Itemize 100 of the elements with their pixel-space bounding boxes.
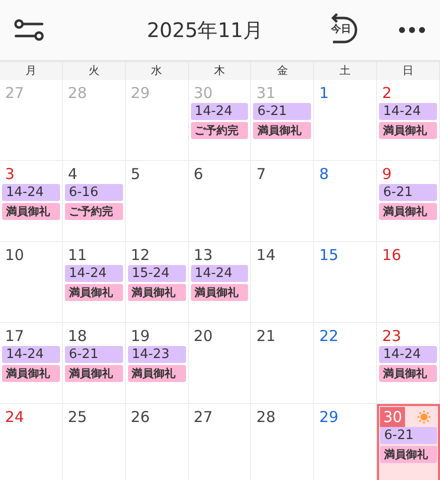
day-number: 19 bbox=[130, 326, 151, 346]
weekday-label: 水 bbox=[126, 62, 189, 80]
day-number: 24 bbox=[4, 406, 26, 426]
day-cell[interactable]: 21 bbox=[251, 323, 314, 404]
day-cell[interactable]: 20 bbox=[188, 323, 252, 404]
day-cell[interactable]: 7 bbox=[251, 161, 314, 242]
day-number: 28 bbox=[255, 406, 277, 426]
day-cell[interactable]: 25 bbox=[62, 404, 126, 480]
day-cell[interactable]: 14 bbox=[251, 242, 314, 323]
day-cell[interactable]: 3 14-24 満員御礼 bbox=[0, 161, 63, 242]
day-cell[interactable]: 22 bbox=[314, 323, 378, 404]
day-cell[interactable]: 30 6-21 満員御礼 bbox=[377, 404, 440, 480]
day-cell[interactable]: 24 bbox=[0, 404, 63, 480]
day-number: 29 bbox=[130, 82, 151, 102]
event-label[interactable]: 6-21 bbox=[379, 184, 437, 201]
event-label[interactable]: 14-24 bbox=[2, 346, 60, 363]
event-label[interactable]: 満員御礼 bbox=[379, 365, 437, 382]
day-number: 30 bbox=[192, 82, 214, 102]
event-label[interactable]: 14-24 bbox=[64, 265, 123, 282]
day-number: 26 bbox=[130, 406, 151, 426]
more-icon[interactable] bbox=[398, 26, 426, 34]
filter-icon[interactable] bbox=[14, 19, 44, 41]
event-label[interactable]: 14-24 bbox=[379, 103, 437, 120]
day-number: 13 bbox=[192, 244, 214, 264]
event-label[interactable]: 15-24 bbox=[128, 265, 186, 282]
day-number: 23 bbox=[381, 326, 402, 346]
event-label[interactable]: 6-16 bbox=[64, 184, 123, 201]
event-label[interactable]: 6-21 bbox=[380, 427, 437, 444]
day-number: 29 bbox=[318, 406, 340, 426]
day-number: 15 bbox=[318, 244, 340, 264]
event-label[interactable]: 14-24 bbox=[190, 103, 248, 120]
day-cell[interactable]: 5 bbox=[126, 161, 189, 242]
event-label[interactable]: 満員御礼 bbox=[190, 284, 248, 301]
day-number: 28 bbox=[66, 82, 88, 102]
event-label[interactable]: 14-24 bbox=[2, 184, 60, 201]
weekday-label: 木 bbox=[188, 62, 252, 80]
day-cell[interactable]: 12 15-24 満員御礼 bbox=[126, 242, 189, 323]
day-number: 21 bbox=[255, 326, 277, 346]
event-label[interactable]: 満員御礼 bbox=[128, 284, 186, 301]
day-cell[interactable]: 15 bbox=[314, 242, 378, 323]
weekday-label: 月 bbox=[0, 62, 63, 80]
event-label[interactable]: 満員御礼 bbox=[64, 365, 123, 382]
day-cell[interactable]: 23 14-24 満員御礼 bbox=[377, 323, 440, 404]
event-label[interactable]: ご予約完 bbox=[190, 122, 248, 139]
today-button[interactable]: 今日 bbox=[326, 13, 358, 47]
day-number: 3 bbox=[4, 164, 16, 184]
event-label[interactable]: 満員御礼 bbox=[380, 446, 437, 463]
day-cell[interactable]: 8 bbox=[314, 161, 378, 242]
weekday-label: 金 bbox=[251, 62, 314, 80]
day-number: 5 bbox=[130, 164, 142, 184]
event-label[interactable]: 満員御礼 bbox=[128, 365, 186, 382]
day-cell[interactable]: 30 14-24 ご予約完 bbox=[188, 80, 252, 161]
day-cell[interactable]: 27 bbox=[188, 404, 252, 480]
event-label[interactable]: 6-21 bbox=[253, 103, 312, 120]
day-cell[interactable]: 13 14-24 満員御礼 bbox=[188, 242, 252, 323]
day-cell[interactable]: 2 14-24 満員御礼 bbox=[377, 80, 440, 161]
day-cell[interactable]: 17 14-24 満員御礼 bbox=[0, 323, 63, 404]
event-label[interactable]: 6-21 bbox=[64, 346, 123, 363]
day-cell[interactable]: 6 bbox=[188, 161, 252, 242]
day-number: 7 bbox=[255, 164, 267, 184]
event-label[interactable]: ご予約完 bbox=[64, 203, 123, 220]
day-number: 25 bbox=[66, 406, 88, 426]
day-number: 2 bbox=[381, 82, 393, 102]
day-cell[interactable]: 16 bbox=[377, 242, 440, 323]
event-label[interactable]: 14-24 bbox=[190, 265, 248, 282]
event-label[interactable]: 満員御礼 bbox=[2, 203, 60, 220]
event-label[interactable]: 14-24 bbox=[379, 346, 437, 363]
day-number: 22 bbox=[318, 326, 340, 346]
day-number: 18 bbox=[66, 326, 88, 346]
day-number: 27 bbox=[192, 406, 214, 426]
day-number: 14 bbox=[255, 244, 277, 264]
day-number: 10 bbox=[4, 244, 26, 264]
day-number: 16 bbox=[381, 244, 402, 264]
weekday-label: 土 bbox=[314, 62, 378, 80]
day-number: 30 bbox=[380, 406, 406, 426]
day-number: 1 bbox=[318, 82, 330, 102]
day-cell[interactable]: 31 6-21 満員御礼 bbox=[251, 80, 314, 161]
day-cell[interactable]: 1 bbox=[314, 80, 378, 161]
day-cell[interactable]: 4 6-16 ご予約完 bbox=[62, 161, 126, 242]
event-label[interactable]: 満員御礼 bbox=[379, 203, 437, 220]
day-cell[interactable]: 9 6-21 満員御礼 bbox=[377, 161, 440, 242]
day-number: 20 bbox=[192, 326, 214, 346]
day-cell[interactable]: 26 bbox=[126, 404, 189, 480]
event-label[interactable]: 満員御礼 bbox=[379, 122, 437, 139]
day-cell[interactable]: 10 bbox=[0, 242, 63, 323]
event-label[interactable]: 14-23 bbox=[128, 346, 186, 363]
day-number: 12 bbox=[130, 244, 151, 264]
day-cell[interactable]: 18 6-21 満員御礼 bbox=[62, 323, 126, 404]
day-cell[interactable]: 28 bbox=[251, 404, 314, 480]
day-number: 31 bbox=[255, 82, 277, 102]
event-label[interactable]: 満員御礼 bbox=[2, 365, 60, 382]
day-number: 9 bbox=[381, 164, 393, 184]
weekday-label: 日 bbox=[377, 62, 440, 80]
day-number: 27 bbox=[4, 82, 26, 102]
day-cell[interactable]: 19 14-23 満員御礼 bbox=[126, 323, 189, 404]
weekday-label: 火 bbox=[62, 62, 126, 80]
day-cell[interactable]: 11 14-24 満員御礼 bbox=[62, 242, 126, 323]
event-label[interactable]: 満員御礼 bbox=[64, 284, 123, 301]
day-number: 4 bbox=[66, 164, 78, 184]
event-label[interactable]: 満員御礼 bbox=[253, 122, 312, 139]
